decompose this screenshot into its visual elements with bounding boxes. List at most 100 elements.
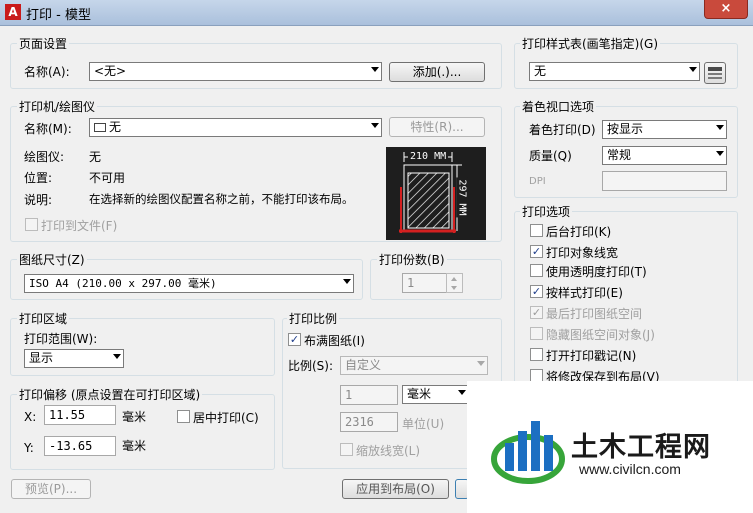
fit-to-paper-label: 布满图纸(I)	[304, 334, 365, 348]
scale-lineweights-label: 缩放线宽(L)	[356, 444, 421, 458]
description-label: 说明:	[24, 193, 53, 207]
copies-label: 打印份数(B)	[377, 251, 447, 268]
page-setup-label: 页面设置	[17, 35, 70, 52]
scale-unit1-value: 毫米	[407, 387, 432, 401]
scale-unit2-label: 单位(U)	[402, 417, 445, 431]
offset-x-unit: 毫米	[122, 410, 147, 424]
page-setup-name-label: 名称(A):	[24, 65, 70, 79]
scale-value: 自定义	[345, 358, 382, 372]
page-setup-name-combo[interactable]: <无>	[89, 62, 382, 81]
description-value: 在选择新的绘图仪配置名称之前，不能打印该布局。	[89, 192, 354, 206]
plot-transparency-label: 使用透明度打印(T)	[546, 265, 647, 279]
plot-offset-label: 打印偏移 (原点设置在可打印区域)	[17, 386, 203, 403]
location-label: 位置:	[24, 171, 53, 185]
hide-paperspace-label: 隐藏图纸空间对象(J)	[546, 328, 655, 342]
plotter-label: 绘图仪:	[24, 150, 65, 164]
paper-size-value: ISO A4 (210.00 x 297.00 毫米)	[29, 277, 217, 290]
printer-properties-button[interactable]: 特性(R)...	[389, 117, 485, 137]
chevron-down-icon	[716, 125, 724, 130]
plot-transparency-checkbox[interactable]	[530, 264, 543, 277]
offset-x-label: X:	[24, 410, 37, 424]
title-bar: A 打印 - 模型 ×	[0, 0, 753, 26]
autocad-app-icon[interactable]: A	[5, 4, 21, 20]
edit-plot-style-button[interactable]	[704, 62, 726, 84]
printer-name-value: 无	[109, 120, 122, 134]
print-to-file-label: 打印到文件(F)	[41, 219, 118, 233]
offset-x-input[interactable]: 11.55	[44, 405, 116, 425]
dpi-input[interactable]	[602, 171, 727, 191]
quality-combo[interactable]: 常规	[602, 146, 727, 165]
plot-with-styles-checkbox[interactable]: ✓	[530, 285, 543, 298]
paperspace-last-label: 最后打印图纸空间	[546, 307, 643, 321]
plot-style-value: 无	[534, 64, 547, 78]
shade-plot-value: 按显示	[607, 122, 644, 136]
edit-table-icon	[708, 67, 722, 79]
chevron-down-icon	[371, 67, 379, 72]
background-plot-label: 后台打印(K)	[546, 225, 612, 239]
chevron-down-icon	[371, 123, 379, 128]
chevron-down-icon	[689, 67, 697, 72]
plot-range-label: 打印范围(W):	[24, 332, 98, 346]
chevron-down-icon	[458, 390, 466, 395]
plot-style-label: 打印样式表(画笔指定)(G)	[520, 35, 661, 52]
printer-group-label: 打印机/绘图仪	[17, 98, 98, 115]
preview-button[interactable]: 预览(P)...	[11, 479, 91, 499]
scale-value1-input[interactable]: 1	[340, 385, 398, 405]
chevron-down-icon	[716, 151, 724, 156]
fit-to-paper-checkbox[interactable]: ✓	[288, 333, 301, 346]
plot-area-label: 打印区域	[17, 310, 70, 327]
center-plot-label: 居中打印(C)	[193, 411, 259, 425]
chevron-down-icon	[477, 361, 485, 366]
paper-size-combo[interactable]: ISO A4 (210.00 x 297.00 毫米)	[24, 274, 354, 293]
printer-name-label: 名称(M):	[24, 122, 72, 136]
watermark-brand: 土木工程网	[571, 432, 711, 463]
spin-up-icon[interactable]	[451, 277, 457, 281]
shaded-viewport-label: 着色视口选项	[520, 98, 597, 115]
watermark-overlay: 土木工程网 www.civilcn.com	[467, 381, 753, 513]
offset-y-unit: 毫米	[122, 439, 147, 453]
scale-unit1-combo[interactable]: 毫米	[402, 385, 469, 404]
printer-icon	[94, 123, 106, 132]
shade-plot-combo[interactable]: 按显示	[602, 120, 727, 139]
scale-combo[interactable]: 自定义	[340, 356, 488, 375]
plot-stamp-label: 打开打印戳记(N)	[546, 349, 637, 363]
offset-y-input[interactable]: -13.65	[44, 436, 116, 456]
offset-y-label: Y:	[24, 441, 34, 455]
scale-lineweights-checkbox[interactable]	[340, 443, 353, 456]
center-plot-checkbox[interactable]	[177, 410, 190, 423]
copies-input[interactable]: 1	[402, 273, 447, 293]
apply-to-layout-button[interactable]: 应用到布局(O)	[342, 479, 449, 499]
chevron-down-icon	[343, 279, 351, 284]
chevron-down-icon	[113, 354, 121, 359]
plot-lineweights-checkbox[interactable]: ✓	[530, 245, 543, 258]
close-button[interactable]: ×	[704, 0, 748, 19]
add-page-setup-button[interactable]: 添加(.)...	[389, 62, 485, 82]
plot-lineweights-label: 打印对象线宽	[546, 246, 619, 260]
plot-options-label: 打印选项	[520, 203, 573, 220]
quality-label: 质量(Q)	[529, 149, 572, 163]
civilcn-logo-icon	[491, 421, 565, 484]
background-plot-checkbox[interactable]	[530, 224, 543, 237]
scale-value2-input[interactable]: 2316	[340, 412, 398, 432]
print-to-file-checkbox[interactable]	[25, 218, 38, 231]
plot-style-combo[interactable]: 无	[529, 62, 700, 81]
plotter-value: 无	[89, 150, 102, 164]
plot-stamp-checkbox[interactable]	[530, 348, 543, 361]
paper-preview: 210 MM 297 MM	[386, 147, 486, 240]
watermark-url: www.civilcn.com	[579, 461, 681, 477]
page-setup-name-value: <无>	[94, 64, 127, 78]
window-title: 打印 - 模型	[26, 8, 91, 23]
spin-down-icon[interactable]	[451, 286, 457, 290]
location-value: 不可用	[89, 171, 126, 185]
plot-range-combo[interactable]: 显示	[24, 349, 124, 368]
hide-paperspace-checkbox[interactable]	[530, 327, 543, 340]
plot-range-value: 显示	[29, 351, 54, 365]
paperspace-last-checkbox[interactable]: ✓	[530, 306, 543, 319]
dpi-label: DPI	[529, 176, 546, 187]
scale-label: 比例(S):	[288, 359, 334, 373]
plot-with-styles-label: 按样式打印(E)	[546, 286, 623, 300]
copies-spinner[interactable]	[446, 273, 463, 293]
preview-width-label: 210 MM	[408, 151, 449, 162]
printer-name-combo[interactable]: 无	[89, 118, 382, 137]
shade-plot-label: 着色打印(D)	[529, 123, 596, 137]
